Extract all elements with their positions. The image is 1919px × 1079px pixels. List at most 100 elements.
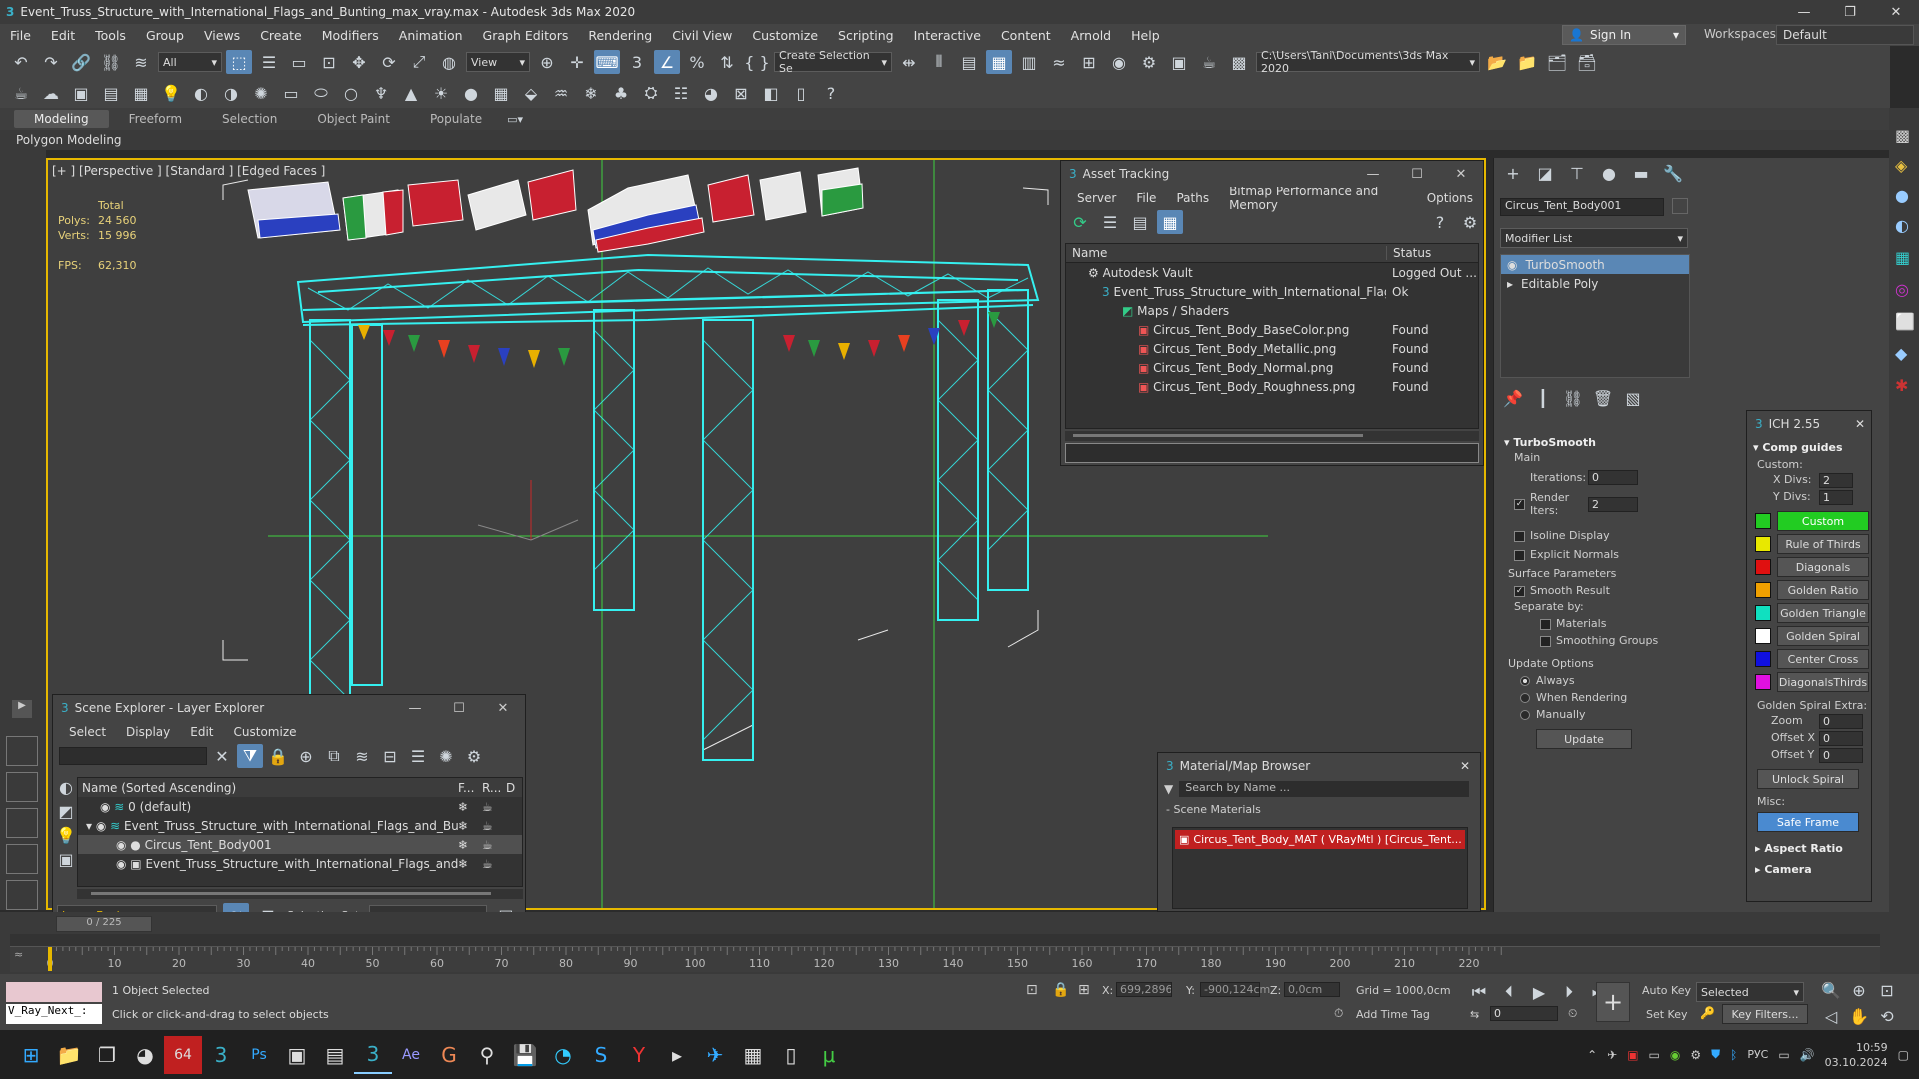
auto-key-button[interactable]: Auto Key: [1642, 984, 1691, 997]
notepad-icon[interactable]: ▤: [316, 1036, 354, 1074]
tab-modeling[interactable]: Modeling: [14, 110, 109, 128]
tray-network-app-icon[interactable]: ⚙: [1690, 1048, 1701, 1062]
cloud-icon[interactable]: ☁: [38, 81, 64, 105]
cone-icon[interactable]: ▲: [398, 81, 424, 105]
time-tag-icon[interactable]: ⏱: [1334, 1006, 1343, 1021]
track-bar[interactable]: 0102030405060708090100110120130140150160…: [10, 946, 1880, 972]
current-time-marker[interactable]: [48, 947, 52, 971]
g-app-icon[interactable]: G: [430, 1036, 468, 1074]
minimize-button[interactable]: —: [393, 695, 437, 721]
tab-freeform[interactable]: Freeform: [109, 110, 202, 128]
eye-icon[interactable]: ◉: [96, 819, 110, 833]
menu-options[interactable]: Options: [1417, 191, 1483, 205]
language-indicator[interactable]: РУС: [1747, 1048, 1768, 1061]
render-icon[interactable]: ☕: [482, 800, 493, 814]
unlink-icon[interactable]: ⛓: [98, 50, 124, 74]
material-browser-titlebar[interactable]: 3 Material/Map Browser ✕: [1158, 753, 1480, 779]
previous-frame-icon[interactable]: ⏴: [1496, 980, 1522, 1004]
diagonals-thirds-button[interactable]: DiagonalsThirds: [1777, 672, 1869, 692]
grid-icon[interactable]: ▦: [1895, 248, 1910, 267]
render-setup-icon[interactable]: ⚙: [1136, 50, 1162, 74]
menu-interactive[interactable]: Interactive: [904, 28, 991, 43]
scale-icon[interactable]: ⤢: [406, 50, 432, 74]
guide-color-swatch[interactable]: [1755, 651, 1771, 667]
asset-tracking-titlebar[interactable]: 3 Asset Tracking — ☐ ✕: [1061, 161, 1483, 187]
iterations-spinner[interactable]: 0: [1588, 470, 1638, 485]
named-selection-set-dropdown[interactable]: Create Selection Se ▾: [774, 49, 892, 75]
ies-light-icon[interactable]: ◑: [218, 81, 244, 105]
set-project-icon[interactable]: 📁: [1514, 50, 1540, 74]
table-row[interactable]: ▣ Circus_Tent_Body_Roughness.png Found: [1066, 377, 1478, 396]
calculator-icon[interactable]: ▤: [98, 81, 124, 105]
custom-guide-button[interactable]: Custom: [1777, 511, 1869, 531]
z-coordinate-field[interactable]: 0,0cm: [1284, 982, 1340, 997]
render-icon[interactable]: ☕: [482, 819, 493, 833]
add-to-layer-icon[interactable]: ⧉: [321, 744, 347, 768]
aspect-ratio-rollout[interactable]: ▸ Aspect Ratio: [1747, 832, 1871, 855]
key-filters-button[interactable]: Key Filters...: [1722, 1004, 1808, 1024]
camera-icon[interactable]: ◈: [1895, 156, 1907, 175]
table-row[interactable]: ▣ Circus_Tent_Body_BaseColor.png Found: [1066, 320, 1478, 339]
menu-scripting[interactable]: Scripting: [828, 28, 904, 43]
vfb-icon[interactable]: ▯: [788, 81, 814, 105]
modify-tab-icon[interactable]: ◪: [1532, 161, 1558, 185]
table-row[interactable]: ▣ Circus_Tent_Body_Normal.png Found: [1066, 358, 1478, 377]
notifications-icon[interactable]: ▢: [1898, 1048, 1909, 1062]
teapot-icon[interactable]: ☕: [8, 81, 34, 105]
decal-icon[interactable]: ❄: [578, 81, 604, 105]
show-end-result-icon[interactable]: ┃: [1530, 386, 1556, 410]
menu-edit[interactable]: Edit: [180, 725, 223, 739]
field-of-view-icon[interactable]: ◁: [1818, 1004, 1844, 1028]
camera-rollout[interactable]: ▸ Camera: [1747, 855, 1871, 876]
project-tools-icon[interactable]: 🗂: [1544, 50, 1570, 74]
minimize-button[interactable]: —: [1781, 0, 1827, 24]
render-iters-checkbox[interactable]: ✓: [1514, 498, 1525, 510]
plant-icon[interactable]: ♣: [608, 81, 634, 105]
sphere-icon[interactable]: ●: [458, 81, 484, 105]
grid-object-icon[interactable]: ▦: [488, 81, 514, 105]
zoom-extents-icon[interactable]: ⊡: [1874, 978, 1900, 1002]
new-layer-icon[interactable]: ⊕: [293, 744, 319, 768]
table-row[interactable]: 3 Event_Truss_Structure_with_Internation…: [1066, 282, 1478, 301]
unlock-spiral-button[interactable]: Unlock Spiral: [1757, 769, 1859, 789]
tray-app-icon[interactable]: ▣: [1627, 1048, 1638, 1062]
network-icon[interactable]: ▭: [1778, 1048, 1789, 1062]
hierarchy-icon[interactable]: ⊟: [377, 744, 403, 768]
eye-icon[interactable]: ◉: [116, 857, 130, 871]
menu-content[interactable]: Content: [991, 28, 1061, 43]
update-always-radio[interactable]: [1520, 676, 1530, 686]
menu-file[interactable]: File: [0, 28, 41, 43]
freeze-icon[interactable]: ❄: [458, 819, 482, 833]
comp-guides-header[interactable]: ▾ Comp guides: [1747, 437, 1871, 458]
display-tab-icon[interactable]: ▬: [1628, 161, 1654, 185]
update-button[interactable]: Update: [1536, 729, 1632, 749]
menu-customize[interactable]: Customize: [224, 725, 307, 739]
column-name[interactable]: Name (Sorted Ascending): [78, 781, 458, 795]
layout-option-2[interactable]: [6, 772, 38, 802]
light-lister-icon[interactable]: 💡: [158, 81, 184, 105]
link-icon[interactable]: 🔗: [68, 50, 94, 74]
3dsmax-icon[interactable]: 3: [202, 1036, 240, 1074]
frame-buffer-icon[interactable]: ▣: [68, 81, 94, 105]
tab-populate[interactable]: Populate: [410, 110, 502, 128]
explicit-normals-checkbox[interactable]: [1514, 549, 1525, 561]
offset-y-spinner[interactable]: 0: [1819, 748, 1863, 763]
find-field[interactable]: [59, 747, 207, 765]
angle-snap-icon[interactable]: ∠: [654, 50, 680, 74]
menu-civil-view[interactable]: Civil View: [662, 28, 742, 43]
menu-views[interactable]: Views: [194, 28, 250, 43]
render-elements-icon[interactable]: ◧: [758, 81, 784, 105]
selection-lock-icon[interactable]: 🔒: [1052, 982, 1069, 998]
golden-spiral-button[interactable]: Golden Spiral: [1777, 626, 1869, 646]
menu-modifiers[interactable]: Modifiers: [312, 28, 389, 43]
tree-row[interactable]: ◉ ● Circus_Tent_Body001 ❄ ☕: [78, 835, 522, 854]
key-set-dropdown[interactable]: Selected ▾: [1696, 982, 1804, 1002]
safe-frame-button[interactable]: Safe Frame: [1757, 812, 1859, 832]
plane-light-icon[interactable]: ▭: [278, 81, 304, 105]
guide-color-swatch[interactable]: [1755, 513, 1771, 529]
settings-icon[interactable]: ⚙: [1457, 210, 1483, 234]
fur-icon[interactable]: ♆: [368, 81, 394, 105]
schematic-view-icon[interactable]: ⊞: [1076, 50, 1102, 74]
undo-icon[interactable]: ↶: [8, 50, 34, 74]
workspace-dropdown[interactable]: Default: [1776, 25, 1914, 45]
